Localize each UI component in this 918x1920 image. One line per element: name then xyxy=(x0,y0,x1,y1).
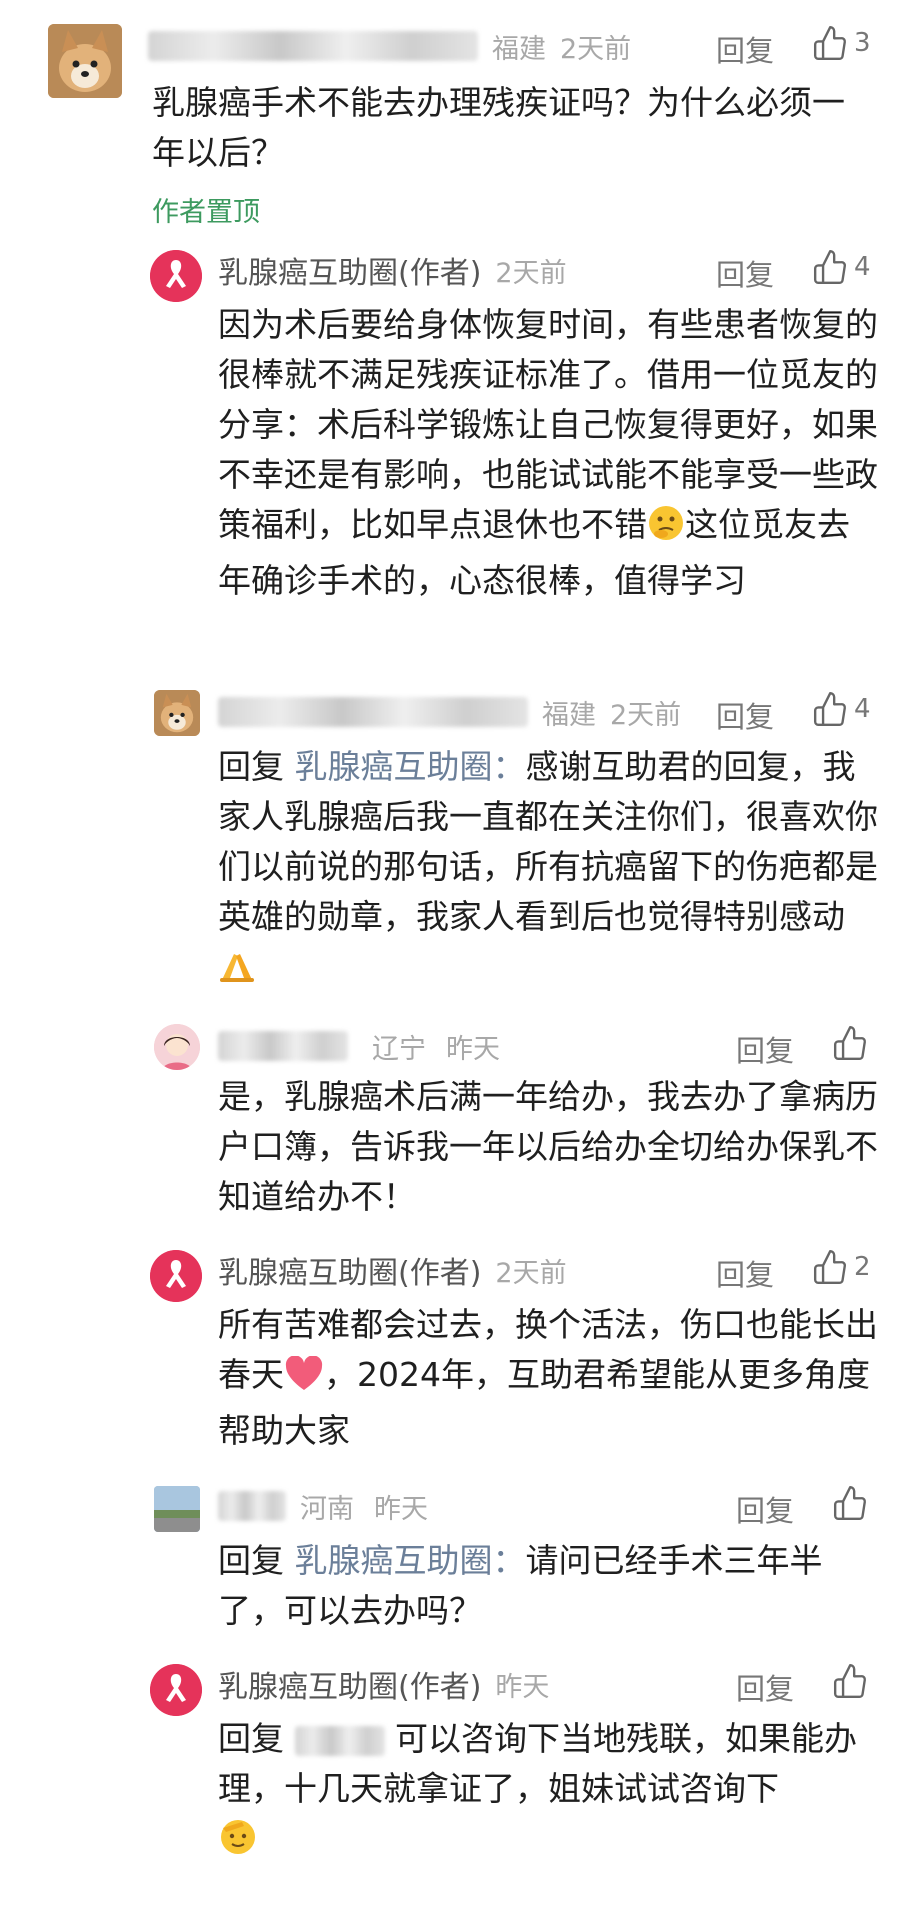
comment-text: 回复 乳腺癌互助圈：感谢互助君的回复，我家人乳腺癌后我一直都在关注你们，很喜欢你… xyxy=(218,742,878,998)
timestamp: 昨天 xyxy=(495,1671,550,1703)
pink-ribbon-icon xyxy=(150,250,202,302)
reply-target[interactable]: 乳腺癌互助圈： xyxy=(295,1541,526,1580)
girl-avatar-icon xyxy=(154,1024,200,1070)
thumbs-up-icon xyxy=(833,1025,866,1061)
like-count: 4 xyxy=(854,694,871,724)
author-name: 乳腺癌互助圈(作者) xyxy=(218,1256,482,1291)
comment-header: 福建 2天前 xyxy=(218,690,681,734)
comment-text: 是，乳腺癌术后满一年给办，我去办了拿病历户口簿，告诉我一年以后给办全切给办保乳不… xyxy=(218,1077,878,1216)
author-name: 乳腺癌互助圈(作者) xyxy=(218,256,482,291)
reply-button[interactable]: 回复 xyxy=(736,1028,794,1070)
avatar[interactable] xyxy=(154,1024,200,1070)
thinking-face-icon xyxy=(647,504,685,556)
thumbs-up-icon xyxy=(813,25,846,61)
location: 福建 xyxy=(542,699,596,731)
comment-header: 河南 昨天 xyxy=(218,1484,428,1528)
blurred-username xyxy=(294,1726,385,1756)
reply-prefix: 回复 xyxy=(218,747,284,786)
comment-text: 因为术后要给身体恢复时间，有些患者恢复的很棒就不满足残疾证标准了。借用一位觅友的… xyxy=(218,300,878,606)
pink-ribbon-icon xyxy=(150,1664,202,1716)
saluting-face-icon xyxy=(218,1816,258,1870)
thumbs-up-icon xyxy=(813,249,846,285)
avatar[interactable] xyxy=(150,1664,202,1716)
comment-header: 乳腺癌互助圈(作者) 昨天 xyxy=(218,1662,549,1706)
avatar[interactable] xyxy=(154,1486,200,1532)
folded-hands-icon xyxy=(218,946,256,998)
reply-button[interactable]: 回复 xyxy=(716,28,774,70)
avatar[interactable] xyxy=(150,250,202,302)
blurred-username xyxy=(218,697,528,727)
like-button[interactable] xyxy=(832,1662,870,1700)
thumbs-up-icon xyxy=(813,1249,846,1285)
thumbs-up-icon xyxy=(833,1485,866,1521)
reply-button[interactable]: 回复 xyxy=(736,1488,794,1530)
pink-ribbon-icon xyxy=(150,1250,202,1302)
comment-header: 辽宁 昨天 xyxy=(218,1024,500,1068)
like-count: 4 xyxy=(854,252,871,282)
heart-icon xyxy=(284,1355,324,1406)
like-count: 3 xyxy=(854,28,871,58)
reply-button[interactable]: 回复 xyxy=(736,1666,794,1708)
location: 河南 xyxy=(300,1493,354,1525)
comment-text: 乳腺癌手术不能去办理残疾证吗？为什么必须一年以后？ xyxy=(152,83,845,172)
blurred-username xyxy=(218,1031,348,1061)
reply-prefix: 回复 xyxy=(218,1719,284,1758)
dog-avatar-icon xyxy=(154,690,200,736)
timestamp: 昨天 xyxy=(374,1493,428,1525)
reply-button[interactable]: 回复 xyxy=(716,694,774,736)
avatar[interactable] xyxy=(48,24,122,98)
like-count: 2 xyxy=(854,1252,871,1282)
blurred-username xyxy=(148,31,478,61)
like-button[interactable] xyxy=(832,1024,870,1062)
timestamp: 2天前 xyxy=(610,699,682,731)
avatar[interactable] xyxy=(154,690,200,736)
pinned-badge: 作者置顶 xyxy=(152,197,260,228)
like-button[interactable]: 2 xyxy=(812,1248,871,1286)
comment-header: 福建 2天前 xyxy=(148,24,631,68)
location: 辽宁 xyxy=(372,1033,426,1065)
blurred-username xyxy=(218,1491,286,1521)
comment-header: 乳腺癌互助圈(作者) 2天前 xyxy=(218,248,567,292)
location: 福建 xyxy=(492,33,546,65)
timestamp: 2天前 xyxy=(495,1257,567,1289)
reply-target[interactable]: 乳腺癌互助圈： xyxy=(295,747,526,786)
like-button[interactable]: 4 xyxy=(812,248,871,286)
reply-prefix: 回复 xyxy=(218,1541,284,1580)
like-button[interactable] xyxy=(832,1484,870,1522)
timestamp: 2天前 xyxy=(560,33,632,65)
avatar[interactable] xyxy=(150,1250,202,1302)
timestamp: 昨天 xyxy=(446,1033,500,1065)
thumbs-up-icon xyxy=(813,691,846,727)
comment-text: 所有苦难都会过去，换个活法，伤口也能长出春天 ，2024年，互助君希望能从更多角度… xyxy=(218,1300,878,1456)
landscape-avatar-icon xyxy=(154,1486,200,1532)
reply-button[interactable]: 回复 xyxy=(716,252,774,294)
comment-header: 乳腺癌互助圈(作者) 2天前 xyxy=(218,1248,567,1292)
comment-text: 回复 可以咨询下当地残联，如果能办理，十几天就拿证了，姐妹试试咨询下 xyxy=(218,1714,878,1870)
timestamp: 2天前 xyxy=(495,257,567,289)
comment-text: 回复 乳腺癌互助圈：请问已经手术三年半了，可以去办吗？ xyxy=(218,1536,878,1636)
author-name: 乳腺癌互助圈(作者) xyxy=(218,1670,482,1705)
like-button[interactable]: 3 xyxy=(812,24,871,62)
dog-avatar-icon xyxy=(48,24,122,98)
reply-button[interactable]: 回复 xyxy=(716,1252,774,1294)
thumbs-up-icon xyxy=(833,1663,866,1699)
like-button[interactable]: 4 xyxy=(812,690,871,728)
